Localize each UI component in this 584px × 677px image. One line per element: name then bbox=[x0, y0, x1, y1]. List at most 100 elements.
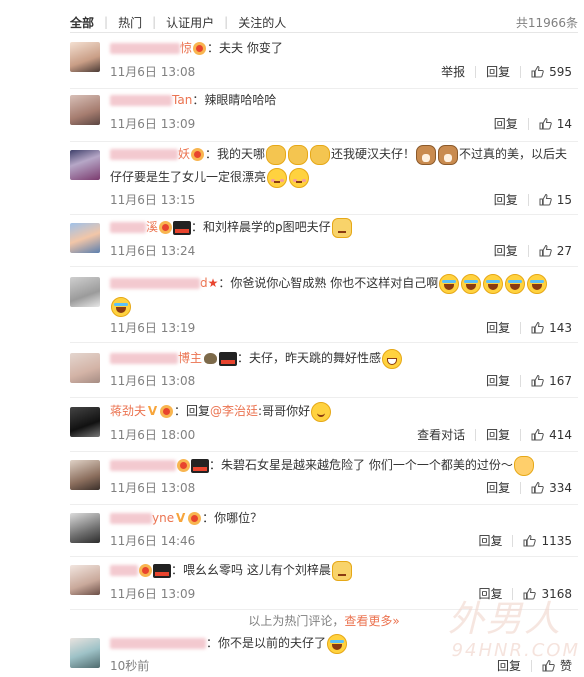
reply-button[interactable]: 回复 bbox=[486, 63, 510, 80]
action-divider bbox=[527, 193, 529, 206]
shy-emoji-icon bbox=[289, 167, 310, 188]
avatar[interactable] bbox=[70, 150, 100, 180]
reply-button[interactable]: 回复 bbox=[494, 115, 518, 132]
comment-content: Tan：辣眼睛哈哈哈 bbox=[110, 89, 578, 112]
comment-text: ：你爸说你心智成熟 你也不这样对自己啊 bbox=[218, 276, 439, 290]
reply-button[interactable]: 回复 bbox=[486, 479, 510, 496]
comment-total-count: 共11966条 bbox=[515, 16, 578, 30]
reply-button[interactable]: 回复 bbox=[486, 426, 510, 443]
comment-time: 10秒前 bbox=[110, 659, 150, 673]
username-blurred[interactable] bbox=[110, 95, 172, 106]
like-thumb-icon[interactable] bbox=[531, 428, 544, 441]
username-blurred[interactable] bbox=[110, 222, 146, 233]
username-blurred[interactable] bbox=[110, 460, 176, 471]
comment-content: 蒋劲夫 V ：回复@李治廷:哥哥你好 bbox=[110, 400, 578, 423]
username[interactable]: 蒋劲夫 bbox=[110, 404, 146, 418]
like-thumb-icon[interactable] bbox=[539, 117, 552, 130]
reply-button[interactable]: 回复 bbox=[486, 372, 510, 389]
username-blurred[interactable] bbox=[110, 149, 178, 160]
shy-emoji-icon bbox=[267, 167, 288, 188]
comment-actions: 举报 回复 595 bbox=[431, 63, 572, 80]
avatar[interactable] bbox=[70, 460, 100, 490]
avatar[interactable] bbox=[70, 223, 100, 253]
username-suffix[interactable]: 溪 bbox=[146, 220, 158, 234]
username-suffix[interactable]: Tan bbox=[172, 93, 192, 107]
tab-verified[interactable]: 认证用户 bbox=[166, 14, 214, 31]
username-blurred[interactable] bbox=[110, 513, 152, 524]
member-badge-icon bbox=[191, 148, 205, 161]
view-dialog-button[interactable]: 查看对话 bbox=[417, 426, 465, 443]
sheep-badge-icon bbox=[204, 353, 218, 364]
avatar[interactable] bbox=[70, 95, 100, 125]
like-thumb-icon[interactable] bbox=[539, 244, 552, 257]
username-suffix[interactable]: 妖 bbox=[178, 147, 190, 161]
username-suffix[interactable]: 惊 bbox=[180, 41, 192, 55]
comment-text: 不过真的美，以后夫 bbox=[459, 147, 568, 161]
comment-text: ：朱碧石女星是越来越危险了 你们一个一个都美的过份～ bbox=[209, 458, 513, 472]
comment-item: 惊 ：夫夫 你变了 11月6日 13:08 举报 回复 595 bbox=[70, 33, 578, 89]
like-thumb-icon[interactable] bbox=[531, 321, 544, 334]
reply-button[interactable]: 回复 bbox=[494, 242, 518, 259]
comment-text: ：你哪位？ bbox=[202, 511, 263, 525]
avatar[interactable] bbox=[70, 277, 100, 307]
member-badge-icon bbox=[159, 221, 173, 234]
reply-button[interactable]: 回复 bbox=[494, 191, 518, 208]
comment-time: 11月6日 14:46 bbox=[110, 534, 196, 548]
comment-item: 溪 ：和刘梓晨学的p图吧夫仔 11月6日 13:24 回复 27 bbox=[70, 215, 578, 267]
comment-text: ：回复 bbox=[174, 404, 211, 418]
view-more-link[interactable]: 查看更多» bbox=[344, 614, 399, 628]
like-thumb-icon[interactable] bbox=[531, 65, 544, 78]
comment-actions: 回复 143 bbox=[476, 319, 572, 336]
dog-emoji-icon bbox=[438, 144, 459, 165]
mention-link[interactable]: @李治廷 bbox=[210, 404, 258, 418]
like-count: 595 bbox=[549, 64, 572, 79]
like-count: 27 bbox=[556, 243, 572, 258]
action-divider bbox=[527, 117, 529, 130]
tab-all[interactable]: 全部 bbox=[70, 14, 94, 31]
avatar[interactable] bbox=[70, 42, 100, 72]
like-thumb-icon[interactable] bbox=[531, 481, 544, 494]
comment-item: 蒋劲夫 V ：回复@李治廷:哥哥你好 11月6日 18:00 查看对话 回复 414 bbox=[70, 398, 578, 452]
action-divider bbox=[520, 321, 522, 334]
comment-text: ：辣眼睛哈哈哈 bbox=[192, 93, 277, 107]
reply-button[interactable]: 回复 bbox=[478, 532, 502, 549]
username-suffix[interactable]: 博主 bbox=[178, 351, 202, 365]
laugh-cry-emoji-icon bbox=[527, 273, 548, 294]
username-blurred[interactable] bbox=[110, 565, 138, 576]
username-blurred[interactable] bbox=[110, 638, 206, 649]
username-suffix[interactable]: d bbox=[200, 276, 208, 290]
comment-text: ：夫仔，昨天跳的舞好性感 bbox=[237, 351, 382, 365]
avatar[interactable] bbox=[70, 638, 100, 668]
comment-item: ：朱碧石女星是越来越危险了 你们一个一个都美的过份～ 11月6日 13:08 回… bbox=[70, 452, 578, 505]
username-blurred[interactable] bbox=[110, 353, 178, 364]
username-blurred[interactable] bbox=[110, 278, 200, 289]
verified-v-icon: V bbox=[175, 511, 186, 525]
comment-item: d★：你爸说你心智成熟 你也不这样对自己啊 11月6日 13:19 回复 143 bbox=[70, 267, 578, 343]
comment-item: 妖 ：我的天哪 还我硬汉夫仔！ 不过真的美，以后夫 仔仔要是生了女儿一定很漂亮 11月6… bbox=[70, 142, 578, 215]
report-button[interactable]: 举报 bbox=[441, 63, 465, 80]
avatar[interactable] bbox=[70, 513, 100, 543]
username-suffix[interactable]: yne bbox=[152, 511, 174, 525]
avatar[interactable] bbox=[70, 407, 100, 437]
watermark-text: 外男人 bbox=[447, 599, 562, 640]
comment-content: ：朱碧石女星是越来越危险了 你们一个一个都美的过份～ bbox=[110, 454, 578, 477]
tab-hot[interactable]: 热门 bbox=[118, 14, 142, 31]
like-thumb-icon[interactable] bbox=[531, 374, 544, 387]
username-blurred[interactable] bbox=[110, 43, 180, 54]
like-thumb-icon[interactable] bbox=[539, 193, 552, 206]
comment-content: 溪 ：和刘梓晨学的p图吧夫仔 bbox=[110, 216, 578, 239]
comment-actions: 回复 1135 bbox=[468, 532, 572, 549]
tab-following[interactable]: 关注的人 bbox=[238, 14, 286, 31]
avatar[interactable] bbox=[70, 353, 100, 383]
like-count: 14 bbox=[556, 116, 572, 131]
comment-actions: 回复 27 bbox=[484, 242, 572, 259]
comment-time: 11月6日 13:08 bbox=[110, 65, 196, 79]
comment-actions: 回复 14 bbox=[484, 115, 572, 132]
avatar[interactable] bbox=[70, 565, 100, 595]
tab-divider: | bbox=[152, 15, 157, 29]
reply-button[interactable]: 回复 bbox=[486, 319, 510, 336]
laugh-cry-emoji-icon bbox=[327, 633, 348, 654]
like-thumb-icon[interactable] bbox=[523, 534, 537, 547]
like-count: 1135 bbox=[541, 533, 572, 548]
tmall-cat-badge-icon bbox=[153, 563, 171, 578]
